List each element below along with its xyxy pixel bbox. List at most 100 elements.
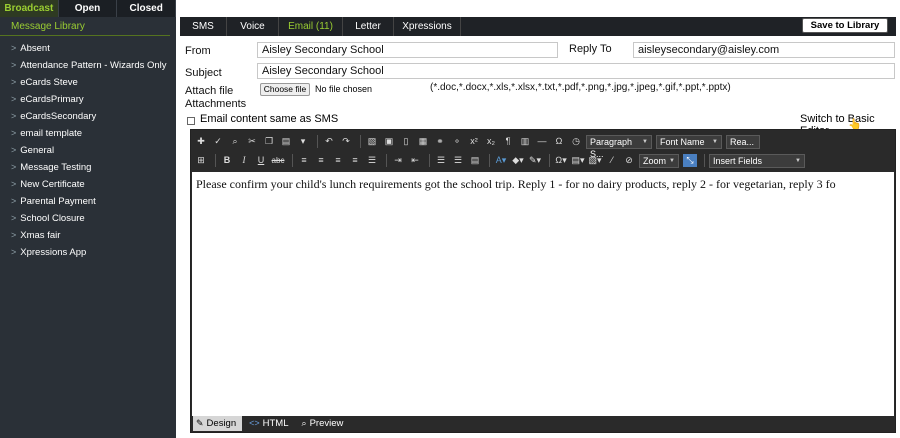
font-name-select[interactable]: Font Name ▼ — [656, 134, 722, 149]
reply-to-field[interactable]: aisleysecondary@aisley.com — [633, 42, 895, 58]
tab-xpressions[interactable]: Xpressions — [394, 17, 461, 36]
block-icon[interactable]: ▤ — [468, 154, 482, 167]
html-mode-label: HTML — [262, 418, 289, 429]
date-time-icon[interactable]: ◷ — [569, 135, 583, 148]
bullet-list-icon[interactable]: ☰ — [451, 154, 465, 167]
editor-content-area[interactable]: Please confirm your child's lunch requir… — [192, 172, 894, 416]
library-item-absent[interactable]: > Absent — [0, 40, 176, 57]
library-item-school-closure[interactable]: > School Closure — [0, 210, 176, 227]
underline-icon[interactable]: U — [254, 154, 268, 167]
zoom-value: Zoom — [643, 155, 667, 166]
insert-image-menu-icon[interactable]: ▧▾ — [588, 154, 602, 167]
library-item-xpressions-app[interactable]: > Xpressions App — [0, 244, 176, 261]
preview-mode-tab[interactable]: ⌕ Preview — [299, 416, 350, 431]
insert-fields-select[interactable]: Insert Fields ▼ — [709, 153, 805, 168]
image-icon[interactable]: ▧ — [365, 135, 379, 148]
find-icon[interactable]: ⌕ — [228, 135, 242, 148]
library-item-xmas-fair[interactable]: > Xmas fair — [0, 227, 176, 244]
fullscreen-icon[interactable]: ⤡ — [683, 154, 697, 167]
align-left-icon[interactable]: ≡ — [297, 154, 311, 167]
subject-field[interactable]: Aisley Secondary School — [257, 63, 895, 79]
justify-full-icon[interactable]: ☰ — [365, 154, 379, 167]
library-item-general[interactable]: > General — [0, 142, 176, 159]
align-right-icon[interactable]: ≡ — [331, 154, 345, 167]
unlink-icon[interactable]: ⚬ — [450, 135, 464, 148]
zoom-select[interactable]: Zoom ▼ — [639, 153, 679, 168]
tab-email[interactable]: Email (11) — [279, 17, 343, 36]
superscript-icon[interactable]: x² — [467, 135, 481, 148]
horizontal-rule-icon[interactable]: ― — [535, 135, 549, 148]
library-item-parental-payment[interactable]: > Parental Payment — [0, 193, 176, 210]
indent-icon[interactable]: ⇥ — [391, 154, 405, 167]
attach-file-label-line2: Attachments — [185, 98, 247, 110]
template-icon[interactable]: ▥ — [518, 135, 532, 148]
tab-closed[interactable]: Closed — [117, 0, 177, 17]
allowed-file-types: (*.doc,*.docx,*.xls,*.xlsx,*.txt,*.pdf,*… — [430, 82, 731, 93]
tab-voice[interactable]: Voice — [227, 17, 279, 36]
broadcast-tabs: Broadcast Open Closed — [0, 0, 177, 17]
insert-table-icon[interactable]: ✚ — [194, 135, 208, 148]
from-field[interactable]: Aisley Secondary School — [257, 42, 558, 58]
subscript-icon[interactable]: x₂ — [484, 135, 498, 148]
table-icon[interactable]: ⊞ — [194, 154, 208, 167]
document-icon[interactable]: ▯ — [399, 135, 413, 148]
dropdown-arrow-icon: ▼ — [712, 138, 718, 145]
chevron-right-icon: > — [11, 145, 17, 155]
choose-file-button[interactable]: Choose file — [260, 83, 310, 96]
library-item-label: Xmas fair — [20, 230, 61, 241]
special-character-icon[interactable]: Ω▾ — [554, 154, 568, 167]
no-file-chosen-text: No file chosen — [315, 84, 373, 94]
message-library-list: > Absent > Attendance Pattern - Wizards On… — [0, 36, 176, 261]
library-item-ecards-secondary[interactable]: > eCardsSecondary — [0, 108, 176, 125]
toolbar-row-2: ⊞ B I U abc ≡ ≡ ≡ ≡ ☰ ⇥ ⇤ ☰ ☰ ▤ A▾ ◆▾ ✎▾… — [194, 152, 809, 169]
justify-icon[interactable]: ≡ — [348, 154, 362, 167]
tab-letter[interactable]: Letter — [343, 17, 394, 36]
library-item-ecards-primary[interactable]: > eCardsPrimary — [0, 91, 176, 108]
save-to-library-button[interactable]: Save to Library — [802, 18, 888, 33]
paste-icon[interactable]: ▤ — [279, 135, 293, 148]
cut-icon[interactable]: ✂ — [245, 135, 259, 148]
library-item-new-certificate[interactable]: > New Certificate — [0, 176, 176, 193]
attach-file-label-line1: Attach file — [185, 85, 234, 97]
tab-broadcast[interactable]: Broadcast — [0, 0, 59, 17]
design-mode-tab[interactable]: ✎ Design — [193, 416, 243, 431]
media-icon[interactable]: ▣ — [382, 135, 396, 148]
library-item-label: School Closure — [20, 213, 85, 224]
tab-open[interactable]: Open — [59, 0, 118, 17]
paragraph-mark-icon[interactable]: ¶ — [501, 135, 515, 148]
paragraph-style-select[interactable]: Paragraph S... ▼ — [586, 134, 652, 159]
numbered-list-icon[interactable]: ☰ — [434, 154, 448, 167]
highlight-color-icon[interactable]: ◆▾ — [511, 154, 525, 167]
undo-icon[interactable]: ↶ — [322, 135, 336, 148]
bold-icon[interactable]: B — [220, 154, 234, 167]
spellcheck-icon[interactable]: ✓ — [211, 135, 225, 148]
clear-format-icon[interactable]: ⊘ — [622, 154, 636, 167]
chevron-right-icon: > — [11, 213, 17, 223]
library-item-attendance-pattern[interactable]: > Attendance Pattern - Wizards Only — [0, 57, 176, 74]
insert-box-icon[interactable]: ▤▾ — [571, 154, 585, 167]
format-strip-icon[interactable]: ⁄ — [605, 154, 619, 167]
font-size-value: Rea... — [730, 136, 755, 147]
paste-options-icon[interactable]: ▾ — [296, 135, 310, 148]
message-library-title[interactable]: Message Library — [0, 17, 170, 36]
redo-icon[interactable]: ↷ — [339, 135, 353, 148]
symbol-icon[interactable]: Ω — [552, 135, 566, 148]
strikethrough-icon[interactable]: abc — [271, 154, 285, 167]
italic-icon[interactable]: I — [237, 154, 251, 167]
flash-icon[interactable]: ▦ — [416, 135, 430, 148]
library-item-label: New Certificate — [20, 179, 85, 190]
library-item-ecards-steve[interactable]: > eCards Steve — [0, 74, 176, 91]
email-same-as-sms-checkbox[interactable] — [187, 117, 195, 125]
tab-sms[interactable]: SMS — [180, 17, 227, 36]
outdent-icon[interactable]: ⇤ — [408, 154, 422, 167]
font-size-select[interactable]: Rea... — [726, 134, 760, 149]
library-item-email-template[interactable]: > email template — [0, 125, 176, 142]
align-center-icon[interactable]: ≡ — [314, 154, 328, 167]
link-icon[interactable]: ⚭ — [433, 135, 447, 148]
library-item-message-testing[interactable]: > Message Testing — [0, 159, 176, 176]
from-label: From — [185, 45, 211, 57]
html-mode-tab[interactable]: <> HTML — [246, 416, 294, 431]
copy-icon[interactable]: ❐ — [262, 135, 276, 148]
format-painter-icon[interactable]: ✎▾ — [528, 154, 542, 167]
font-color-icon[interactable]: A▾ — [494, 154, 508, 167]
